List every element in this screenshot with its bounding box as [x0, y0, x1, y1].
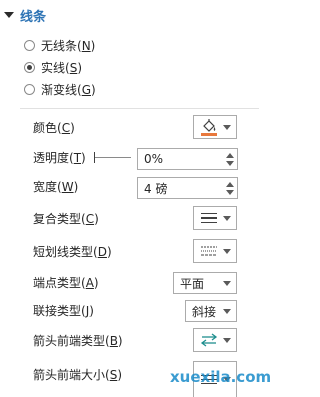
transparency-label: 透明度(T): [33, 151, 86, 165]
section-title: 线条: [20, 9, 47, 25]
compound-type-dropdown[interactable]: [193, 206, 237, 230]
cap-type-label: 端点类型(A): [33, 276, 99, 290]
dash-type-dropdown[interactable]: [193, 239, 237, 263]
color-label: 颜色(C): [33, 121, 75, 135]
chevron-down-icon: [223, 124, 231, 130]
chevron-down-icon: [223, 248, 231, 254]
arrow-begin-size-label: 箭头前端大小(S): [33, 368, 122, 382]
cap-type-select[interactable]: 平面: [173, 272, 237, 294]
radio-solid-line[interactable]: 实线(S): [24, 58, 82, 76]
transparency-slider-thumb[interactable]: [94, 152, 95, 163]
radio-label: 无线条(N): [41, 38, 96, 53]
double-arrow-icon: [200, 333, 218, 347]
arrow-begin-type-dropdown[interactable]: [193, 328, 237, 352]
dash-lines-icon: [201, 246, 217, 256]
color-picker-button[interactable]: [193, 115, 237, 139]
join-type-value: 斜接: [192, 304, 217, 319]
transparency-slider-track[interactable]: [94, 157, 131, 158]
join-type-label: 联接类型(J): [33, 304, 94, 318]
radio-gradient-line[interactable]: 渐变线(G): [24, 80, 96, 98]
radio-label: 实线(S): [41, 60, 82, 75]
watermark-text: xuexila.com: [170, 368, 272, 386]
radio-button[interactable]: [24, 83, 35, 95]
width-label: 宽度(W): [33, 180, 79, 194]
spin-down-icon[interactable]: [226, 160, 234, 166]
join-type-select[interactable]: 斜接: [185, 300, 237, 322]
transparency-spinner[interactable]: 0%: [137, 148, 238, 170]
radio-label: 渐变线(G): [41, 82, 96, 97]
spinner-buttons[interactable]: [223, 178, 237, 198]
collapse-caret-icon[interactable]: [4, 12, 14, 18]
compound-lines-icon: [201, 213, 217, 223]
width-spinner[interactable]: 4 磅: [137, 177, 238, 199]
compound-type-label: 复合类型(C): [33, 212, 99, 226]
chevron-down-icon: [223, 308, 231, 314]
dash-type-label: 短划线类型(D): [33, 245, 112, 259]
chevron-down-icon: [223, 215, 231, 221]
line-section-header[interactable]: 线条: [4, 6, 47, 25]
paint-bucket-icon: [201, 119, 217, 136]
spin-down-icon[interactable]: [226, 189, 234, 195]
divider: [20, 108, 259, 109]
radio-no-line[interactable]: 无线条(N): [24, 36, 95, 54]
spin-up-icon[interactable]: [226, 181, 234, 187]
chevron-down-icon: [223, 280, 231, 286]
cap-type-value: 平面: [180, 276, 205, 291]
radio-button-selected[interactable]: [24, 61, 35, 73]
spin-up-icon[interactable]: [226, 152, 234, 158]
radio-button[interactable]: [24, 39, 35, 51]
width-value[interactable]: 4 磅: [138, 180, 223, 197]
arrow-begin-type-label: 箭头前端类型(B): [33, 334, 123, 348]
chevron-down-icon: [223, 337, 231, 343]
spinner-buttons[interactable]: [223, 149, 237, 169]
transparency-value[interactable]: 0%: [138, 152, 223, 166]
